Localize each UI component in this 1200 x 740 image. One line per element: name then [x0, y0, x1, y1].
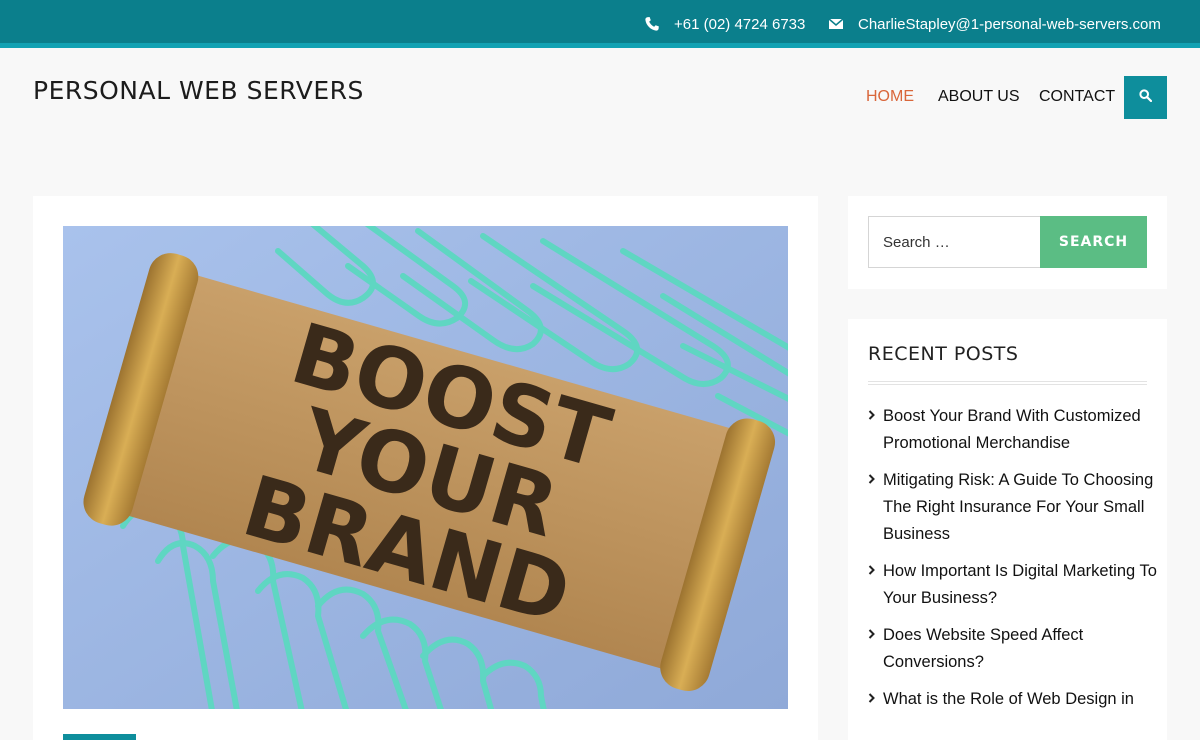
- search-input[interactable]: [868, 216, 1041, 268]
- category-tag[interactable]: [63, 734, 136, 740]
- phone-icon: [644, 16, 660, 32]
- chevron-right-icon: [868, 686, 883, 713]
- featured-image[interactable]: BOOST YOUR BRAND: [63, 226, 788, 709]
- search-icon: [1139, 88, 1153, 107]
- nav-about-us[interactable]: ABOUT US: [938, 88, 1020, 106]
- chevron-right-icon: [868, 558, 883, 612]
- nav-home[interactable]: HOME: [866, 88, 914, 106]
- list-item: Boost Your Brand With Customized Promoti…: [868, 403, 1158, 457]
- recent-posts-title: RECENT POSTS: [868, 343, 1019, 365]
- recent-post-link[interactable]: Mitigating Risk: A Guide To Choosing The…: [883, 467, 1158, 548]
- chevron-right-icon: [868, 467, 883, 548]
- nav-contact[interactable]: CONTACT: [1039, 88, 1115, 106]
- chevron-right-icon: [868, 622, 883, 676]
- chevron-right-icon: [868, 403, 883, 457]
- list-item: How Important Is Digital Marketing To Yo…: [868, 558, 1158, 612]
- list-item: Does Website Speed Affect Conversions?: [868, 622, 1158, 676]
- email-address: CharlieStapley@1-personal-web-servers.co…: [858, 15, 1161, 33]
- phone-contact[interactable]: +61 (02) 4724 6733: [644, 0, 805, 48]
- header-search-button[interactable]: [1124, 76, 1167, 119]
- list-item: Mitigating Risk: A Guide To Choosing The…: [868, 467, 1158, 548]
- envelope-icon: [828, 16, 844, 32]
- phone-number: +61 (02) 4724 6733: [674, 15, 806, 33]
- site-title[interactable]: PERSONAL WEB SERVERS: [33, 76, 364, 105]
- featured-post-card: BOOST YOUR BRAND: [33, 196, 818, 740]
- list-item: What is the Role of Web Design in: [868, 686, 1158, 713]
- search-widget: SEARCH: [848, 196, 1167, 289]
- recent-posts-widget: RECENT POSTS Boost Your Brand With Custo…: [848, 319, 1167, 740]
- recent-post-link[interactable]: Does Website Speed Affect Conversions?: [883, 622, 1158, 676]
- email-contact[interactable]: CharlieStapley@1-personal-web-servers.co…: [828, 0, 1161, 48]
- search-button[interactable]: SEARCH: [1040, 216, 1147, 268]
- recent-post-link[interactable]: What is the Role of Web Design in: [883, 686, 1134, 713]
- title-divider: [868, 381, 1147, 385]
- recent-post-link[interactable]: How Important Is Digital Marketing To Yo…: [883, 558, 1158, 612]
- recent-post-link[interactable]: Boost Your Brand With Customized Promoti…: [883, 403, 1158, 457]
- recent-posts-list: Boost Your Brand With Customized Promoti…: [868, 403, 1158, 723]
- top-contact-bar: +61 (02) 4724 6733 CharlieStapley@1-pers…: [0, 0, 1200, 48]
